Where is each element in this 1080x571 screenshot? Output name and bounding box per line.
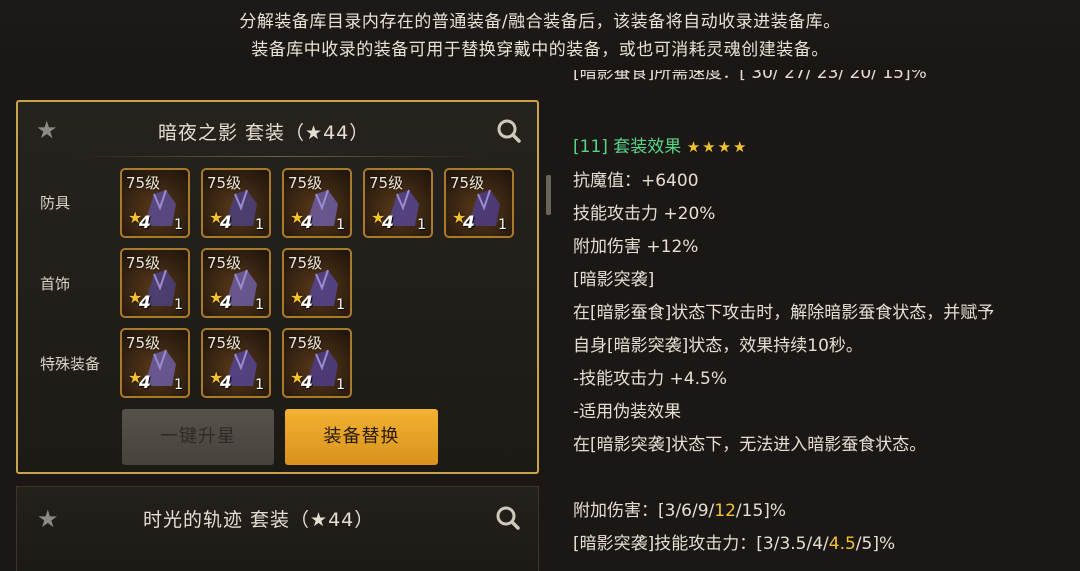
equipment-item[interactable]: 75级 ★ 4 1: [282, 168, 352, 238]
banner-line-2: 装备库中收录的装备可用于替换穿戴中的装备，或也可消耗灵魂创建装备。: [251, 40, 829, 60]
shadow-raid-skill-line: [暗影突袭]技能攻击力：[3/3.5/4/4.5/5]%: [573, 529, 895, 554]
item-grade: 4: [301, 213, 313, 233]
equipment-item[interactable]: 75级 ★ 4 1: [282, 328, 352, 398]
effect-line: 附加伤害 +12%: [573, 237, 699, 257]
extra-damage-line: 附加伤害：[3/6/9/12/15]%: [573, 496, 786, 521]
item-grade: 4: [139, 293, 151, 313]
search-icon[interactable]: [496, 118, 522, 144]
shadow-raid-highlight: 4.5: [828, 534, 856, 554]
item-count: 1: [336, 297, 345, 313]
item-grade: 4: [301, 293, 313, 313]
item-level: 75级: [207, 174, 242, 192]
set-effect-title: [11] 套装效果: [573, 137, 682, 157]
shadow-raid-prefix: [暗影突袭]技能攻击力：[3/3.5/4/: [573, 534, 829, 554]
set-header[interactable]: ★ 暗夜之影 套装（★44）: [18, 102, 537, 157]
extra-damage-prefix: 附加伤害：[3/6/9/: [573, 501, 715, 521]
set-description-panel: [暗影蚕食]所需速度：[ 30/ 27/ 23/ 20/ 15]% [11] 套…: [573, 70, 1080, 571]
equipment-item[interactable]: 75级 ★ 4 1: [201, 168, 271, 238]
item-count: 1: [174, 217, 183, 233]
item-count: 1: [174, 377, 183, 393]
item-grade: 4: [301, 373, 313, 393]
item-grade: 4: [139, 213, 151, 233]
item-level: 75级: [126, 174, 161, 192]
row-label-special: 特殊装备: [40, 355, 101, 373]
item-count: 1: [336, 377, 345, 393]
item-level: 75级: [126, 334, 161, 352]
equipment-item[interactable]: 75级 ★ 4 1: [120, 248, 190, 318]
item-count: 1: [255, 297, 264, 313]
item-count: 1: [417, 217, 426, 233]
item-level: 75级: [207, 334, 242, 352]
set-panel-shadow-night: ★ 暗夜之影 套装（★44） 防具 首饰 特殊装备 75级 ★ 4 1 75级 ★ 4 1 75…: [16, 100, 539, 474]
item-grade: 4: [220, 373, 232, 393]
equipment-item[interactable]: 75级 ★ 4 1: [120, 168, 190, 238]
extra-damage-highlight: 12: [714, 501, 736, 521]
item-grade: 4: [139, 373, 151, 393]
equipment-item[interactable]: 75级 ★ 4 1: [201, 248, 271, 318]
item-level: 75级: [288, 254, 323, 272]
search-icon[interactable]: [495, 505, 521, 531]
item-level: 75级: [288, 174, 323, 192]
set-panel-time-trace[interactable]: ★ 时光的轨迹 套装（★44）: [16, 486, 539, 571]
description-top-line: [暗影蚕食]所需速度：[ 30/ 27/ 23/ 20/ 15]%: [573, 70, 927, 83]
shadow-raid-suffix: /5]%: [855, 534, 896, 554]
equipment-item[interactable]: 75级 ★ 4 1: [201, 328, 271, 398]
row-label-accessory: 首饰: [40, 275, 71, 293]
item-level: 75级: [369, 174, 404, 192]
favorite-star-icon[interactable]: ★: [37, 505, 59, 533]
equipment-item[interactable]: 75级 ★ 4 1: [444, 168, 514, 238]
set-title: 暗夜之影 套装（★44）: [158, 122, 370, 144]
item-level: 75级: [288, 334, 323, 352]
item-grade: 4: [463, 213, 475, 233]
favorite-star-icon[interactable]: ★: [36, 116, 58, 144]
replace-equipment-button[interactable]: 装备替换: [285, 409, 438, 465]
effect-line: -技能攻击力 +4.5%: [573, 369, 727, 389]
item-level: 75级: [207, 254, 242, 272]
item-level: 75级: [126, 254, 161, 272]
item-grade: 4: [220, 293, 232, 313]
item-count: 1: [336, 217, 345, 233]
item-count: 1: [498, 217, 507, 233]
item-count: 1: [255, 377, 264, 393]
effect-line: 抗魔值：+6400: [573, 171, 699, 191]
extra-damage-suffix: /15]%: [735, 501, 787, 521]
header-divider: [74, 156, 484, 157]
effect-line: 技能攻击力 +20%: [573, 204, 716, 224]
description-scrollbar[interactable]: [545, 70, 553, 550]
equipment-item[interactable]: 75级 ★ 4 1: [282, 248, 352, 318]
item-count: 1: [174, 297, 183, 313]
equipment-item[interactable]: 75级 ★ 4 1: [120, 328, 190, 398]
one-click-upgrade-button[interactable]: 一键升星: [122, 409, 274, 465]
effect-line: -适用伪装效果: [573, 402, 682, 422]
effect-line: 自身[暗影突袭]状态，效果持续10秒。: [573, 336, 863, 356]
effect-line: [暗影突袭]: [573, 270, 655, 290]
item-grade: 4: [220, 213, 232, 233]
equipment-item[interactable]: 75级 ★ 4 1: [363, 168, 433, 238]
banner-line-1: 分解装备库目录内存在的普通装备/融合装备后，该装备将自动收录进装备库。: [239, 12, 841, 32]
set-effect-stars: ★★★★: [686, 138, 749, 156]
item-level: 75级: [450, 174, 485, 192]
info-banner: 分解装备库目录内存在的普通装备/融合装备后，该装备将自动收录进装备库。 装备库中…: [0, 0, 1080, 70]
scrollbar-thumb[interactable]: [546, 175, 551, 215]
set-effect-heading: [11] 套装效果 ★★★★: [573, 132, 749, 157]
effect-line: 在[暗影蚕食]状态下攻击时，解除暗影蚕食状态，并赋予: [573, 303, 995, 323]
item-grade: 4: [382, 213, 394, 233]
item-count: 1: [255, 217, 264, 233]
effect-line: 在[暗影突袭]状态下，无法进入暗影蚕食状态。: [573, 435, 927, 455]
row-label-armor: 防具: [40, 194, 71, 212]
set-title: 时光的轨迹 套装（★44）: [143, 509, 375, 531]
